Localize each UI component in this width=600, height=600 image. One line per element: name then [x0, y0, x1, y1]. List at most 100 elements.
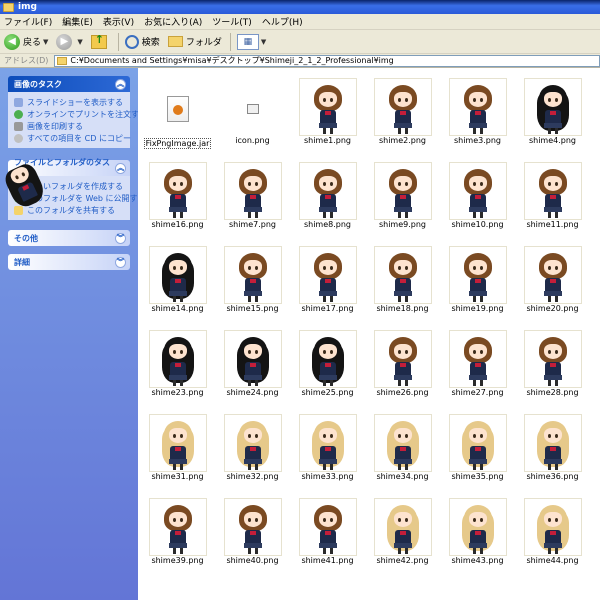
file-thumbnail[interactable]: [523, 414, 582, 472]
file-thumbnail[interactable]: [148, 78, 207, 136]
file-thumbnail[interactable]: [148, 162, 207, 220]
file-thumbnail[interactable]: [223, 246, 282, 304]
order-prints-link[interactable]: オンラインでプリントを注文する: [14, 108, 147, 120]
file-item[interactable]: shime3.png: [440, 78, 515, 146]
file-thumbnail[interactable]: [373, 330, 432, 388]
file-thumbnail[interactable]: [148, 330, 207, 388]
image-tasks-header[interactable]: 画像のタスク ︽: [8, 76, 130, 92]
file-item[interactable]: shime27.png: [440, 330, 515, 398]
file-item[interactable]: shime44.png: [515, 498, 590, 566]
file-item[interactable]: shime18.png: [365, 246, 440, 314]
menu-tools[interactable]: ツール(T): [212, 15, 252, 28]
file-item[interactable]: shime4.png: [515, 78, 590, 146]
file-item[interactable]: FixPngImage.jar: [140, 78, 215, 149]
file-thumbnail[interactable]: [223, 414, 282, 472]
file-thumbnail[interactable]: [448, 330, 507, 388]
file-item[interactable]: shime36.png: [515, 414, 590, 482]
file-thumbnail[interactable]: [223, 162, 282, 220]
chevron-down-icon[interactable]: ▼: [77, 38, 82, 46]
other-places-header[interactable]: その他 ︾: [8, 230, 130, 246]
file-item[interactable]: shime35.png: [440, 414, 515, 482]
file-item[interactable]: shime32.png: [215, 414, 290, 482]
file-thumbnail[interactable]: [223, 78, 282, 136]
file-thumbnail[interactable]: [523, 246, 582, 304]
expand-icon[interactable]: ︾: [115, 232, 126, 244]
file-item[interactable]: shime8.png: [290, 162, 365, 230]
file-item[interactable]: shime39.png: [140, 498, 215, 566]
file-item[interactable]: shime14.png: [140, 246, 215, 314]
menu-favorites[interactable]: お気に入り(A): [144, 15, 202, 28]
file-item[interactable]: shime40.png: [215, 498, 290, 566]
file-item[interactable]: shime28.png: [515, 330, 590, 398]
search-button[interactable]: 検索: [124, 34, 160, 49]
file-thumbnail[interactable]: [448, 162, 507, 220]
expand-icon[interactable]: ︾: [115, 256, 126, 268]
file-item[interactable]: shime20.png: [515, 246, 590, 314]
back-button[interactable]: ◀ 戻る ▼: [4, 33, 48, 50]
file-thumbnail[interactable]: [523, 78, 582, 136]
views-button[interactable]: ▦ ▼: [236, 33, 266, 50]
file-item[interactable]: shime2.png: [365, 78, 440, 146]
collapse-icon[interactable]: ︽: [115, 162, 126, 174]
file-item[interactable]: shime11.png: [515, 162, 590, 230]
folders-button[interactable]: フォルダ: [167, 35, 222, 48]
file-thumbnail[interactable]: [223, 330, 282, 388]
file-thumbnail[interactable]: [373, 162, 432, 220]
file-thumbnail[interactable]: [148, 414, 207, 472]
forward-button[interactable]: ▶ ▼: [56, 33, 83, 50]
file-item[interactable]: shime16.png: [140, 162, 215, 230]
copy-to-cd-link[interactable]: すべての項目を CD にコピー: [14, 132, 131, 144]
file-item[interactable]: shime42.png: [365, 498, 440, 566]
file-thumbnail[interactable]: [523, 330, 582, 388]
file-thumbnail[interactable]: [298, 330, 357, 388]
file-thumbnail[interactable]: [448, 78, 507, 136]
file-item[interactable]: icon.png: [215, 78, 290, 146]
file-item[interactable]: shime17.png: [290, 246, 365, 314]
file-thumbnail[interactable]: [298, 162, 357, 220]
file-thumbnail[interactable]: [523, 498, 582, 556]
file-thumbnail[interactable]: [373, 498, 432, 556]
slideshow-link[interactable]: スライドショーを表示する: [14, 96, 126, 108]
file-thumbnail[interactable]: [373, 78, 432, 136]
file-item[interactable]: shime7.png: [215, 162, 290, 230]
file-item[interactable]: shime33.png: [290, 414, 365, 482]
file-thumbnail[interactable]: [298, 414, 357, 472]
file-item[interactable]: shime43.png: [440, 498, 515, 566]
print-link[interactable]: 画像を印刷する: [14, 120, 126, 132]
file-item[interactable]: shime1.png: [290, 78, 365, 146]
details-header[interactable]: 詳細 ︾: [8, 254, 130, 270]
file-thumbnail[interactable]: [148, 498, 207, 556]
menu-file[interactable]: ファイル(F): [4, 15, 52, 28]
chevron-down-icon[interactable]: ▼: [43, 38, 48, 46]
address-input[interactable]: C:¥Documents and Settings¥misa¥デスクトップ¥Sh…: [54, 54, 600, 67]
file-item[interactable]: shime15.png: [215, 246, 290, 314]
file-thumbnail[interactable]: [448, 246, 507, 304]
menu-help[interactable]: ヘルプ(H): [262, 15, 303, 28]
file-thumbnail[interactable]: [448, 498, 507, 556]
file-item[interactable]: shime34.png: [365, 414, 440, 482]
file-item[interactable]: shime31.png: [140, 414, 215, 482]
up-folder-button[interactable]: [90, 33, 110, 49]
file-thumbnail[interactable]: [298, 246, 357, 304]
file-item[interactable]: shime19.png: [440, 246, 515, 314]
file-thumbnail[interactable]: [373, 414, 432, 472]
menu-edit[interactable]: 編集(E): [62, 15, 93, 28]
file-item[interactable]: shime26.png: [365, 330, 440, 398]
file-item[interactable]: shime23.png: [140, 330, 215, 398]
file-thumbnail[interactable]: [148, 246, 207, 304]
file-item[interactable]: shime41.png: [290, 498, 365, 566]
file-thumbnail[interactable]: [298, 498, 357, 556]
file-item[interactable]: shime24.png: [215, 330, 290, 398]
chevron-down-icon[interactable]: ▼: [261, 38, 266, 46]
file-thumbnail[interactable]: [523, 162, 582, 220]
file-thumbnail[interactable]: [298, 78, 357, 136]
desktop-mascot[interactable]: [1, 158, 58, 214]
collapse-icon[interactable]: ︽: [115, 78, 126, 90]
file-item[interactable]: shime9.png: [365, 162, 440, 230]
file-thumbnail[interactable]: [448, 414, 507, 472]
file-item[interactable]: shime25.png: [290, 330, 365, 398]
file-item[interactable]: shime10.png: [440, 162, 515, 230]
file-thumbnail[interactable]: [223, 498, 282, 556]
file-thumbnail[interactable]: [373, 246, 432, 304]
menu-view[interactable]: 表示(V): [103, 15, 134, 28]
